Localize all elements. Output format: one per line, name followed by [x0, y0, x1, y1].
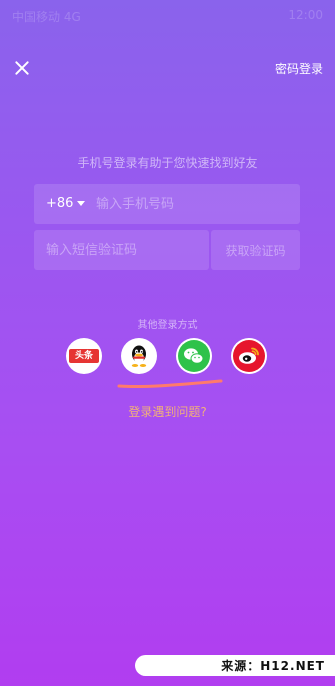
wechat-icon — [178, 340, 210, 372]
weibo-login-button[interactable] — [231, 338, 267, 374]
source-watermark: 来源：H12.NET — [135, 655, 335, 676]
toutiao-login-button[interactable]: 头条 — [66, 338, 102, 374]
password-login-link[interactable]: 密码登录 — [275, 60, 323, 77]
qq-login-button[interactable] — [121, 338, 157, 374]
phone-input[interactable] — [96, 195, 286, 213]
phone-field: +86 — [34, 184, 300, 224]
sms-code-field — [34, 230, 209, 270]
country-code-selector[interactable]: +86 — [46, 196, 86, 211]
qq-icon — [131, 345, 147, 367]
status-time: 12:00 — [288, 8, 323, 22]
login-trouble-link[interactable]: 登录遇到问题? — [0, 403, 335, 420]
close-icon[interactable] — [10, 56, 34, 80]
caret-down-icon — [77, 201, 86, 206]
login-tip: 手机号登录有助于您快速找到好友 — [77, 156, 258, 170]
highlight-underline — [117, 379, 223, 389]
get-code-button[interactable]: 获取验证码 — [211, 230, 300, 270]
country-code-label: +86 — [46, 196, 74, 211]
wechat-login-button[interactable] — [176, 338, 212, 374]
toutiao-icon: 头条 — [69, 349, 99, 363]
sms-code-input[interactable] — [46, 241, 201, 259]
other-login-title: 其他登录方式 — [137, 320, 198, 331]
status-carrier: 中国移动 4G — [12, 10, 81, 24]
weibo-icon — [233, 340, 265, 372]
